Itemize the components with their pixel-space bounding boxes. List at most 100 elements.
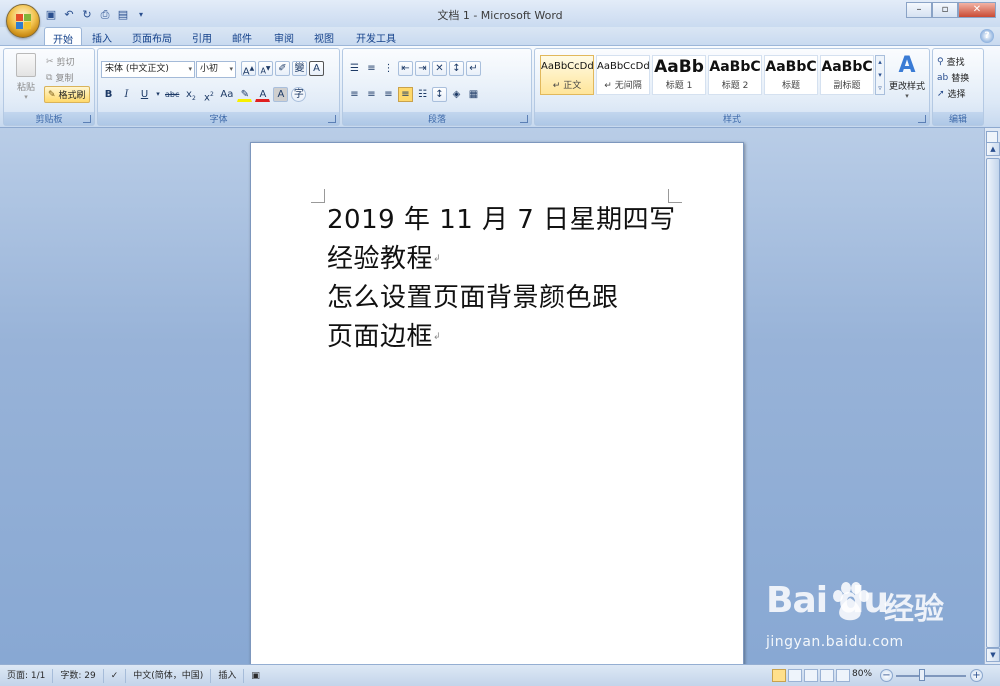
numbering-icon[interactable]: ≡ [364, 61, 379, 76]
styles-gallery-scroll[interactable]: ▴ ▾ ▿ [875, 55, 885, 95]
tab-developer[interactable]: 开发工具 [348, 27, 404, 46]
style-subtitle[interactable]: AaBbC 副标题 [820, 55, 874, 95]
style-title[interactable]: AaBbC 标题 [764, 55, 818, 95]
close-button[interactable]: ✕ [958, 2, 996, 18]
underline-icon[interactable]: U [137, 87, 152, 102]
font-dialog-launcher[interactable] [328, 115, 336, 123]
print-layout-view-icon[interactable] [772, 669, 786, 682]
clear-formatting-icon[interactable]: ✐ [275, 61, 290, 76]
chinese-layout-icon[interactable]: ✕ [432, 61, 447, 76]
line-spacing-icon[interactable]: ↕ [432, 87, 447, 102]
zoom-in-icon[interactable]: + [970, 669, 983, 682]
vertical-scrollbar[interactable]: ▲ ▼ [984, 128, 1000, 664]
bullets-icon[interactable]: ☰ [347, 61, 362, 76]
tab-page-layout[interactable]: 页面布局 [124, 27, 180, 46]
italic-icon[interactable]: I [119, 87, 134, 102]
scroll-up-icon[interactable]: ▲ [986, 142, 1000, 156]
view-ruler-icon[interactable] [986, 131, 998, 143]
decrease-indent-icon[interactable]: ⇤ [398, 61, 413, 76]
multilevel-list-icon[interactable]: ⋮ [381, 61, 396, 76]
copy-button[interactable]: ⧉ 复制 [46, 71, 73, 85]
shading-icon[interactable]: ◈ [449, 87, 464, 102]
clipboard-group-label: 剪贴板 [4, 112, 94, 125]
brush-icon: ✎ [48, 89, 56, 100]
increase-indent-icon[interactable]: ⇥ [415, 61, 430, 76]
status-word-count[interactable]: 字数: 29 [53, 668, 104, 683]
help-icon[interactable]: ? [980, 29, 994, 43]
superscript-icon[interactable]: x2 [201, 87, 216, 103]
maximize-button[interactable]: ▫ [932, 2, 958, 18]
sort-icon[interactable]: ↕ [449, 61, 464, 76]
underline-dropdown-icon[interactable]: ▾ [155, 87, 161, 102]
phonetic-guide-icon[interactable]: 變 [292, 61, 307, 76]
strikethrough-icon[interactable]: abc [164, 87, 180, 102]
change-styles-label: 更改样式 [888, 82, 925, 92]
distributed-icon[interactable]: ☷ [415, 87, 430, 102]
align-center-icon[interactable]: ≡ [364, 87, 379, 102]
bold-icon[interactable]: B [101, 87, 116, 102]
justify-icon[interactable]: ≡ [398, 87, 413, 102]
change-styles-button[interactable]: A 更改样式 ▾ [887, 53, 927, 100]
format-painter-label: 格式刷 [58, 91, 86, 101]
style-no-spacing[interactable]: AaBbCcDd ↵ 无间隔 [596, 55, 650, 95]
web-layout-view-icon[interactable] [804, 669, 818, 682]
highlight-icon[interactable]: ✎ [237, 87, 253, 102]
document-page[interactable]: 2019 年 11 月 7 日星期四写 经验教程↲ 怎么设置页面背景颜色跟 页面… [250, 142, 744, 664]
clipboard-group: 粘贴 ▾ ✂ 剪切 ⧉ 复制 ✎ 格式刷 剪贴板 [3, 48, 95, 126]
style-heading-1-preview: AaBb [654, 57, 704, 77]
status-language[interactable]: 中文(简体，中国) [126, 668, 212, 683]
status-page[interactable]: 页面: 1/1 [0, 668, 54, 683]
align-left-icon[interactable]: ≡ [347, 87, 362, 102]
zoom-out-icon[interactable]: − [880, 669, 893, 682]
enclose-characters-icon[interactable]: 字 [291, 87, 307, 102]
style-heading-1[interactable]: AaBb 标题 1 [652, 55, 706, 95]
zoom-level[interactable]: 80% [852, 669, 872, 679]
tab-view[interactable]: 视图 [306, 27, 342, 46]
style-normal[interactable]: AaBbCcDd ↵ 正文 [540, 55, 594, 95]
tab-references[interactable]: 引用 [184, 27, 220, 46]
doc-line-2: 经验教程 [327, 244, 434, 274]
zoom-slider-thumb[interactable] [919, 669, 925, 681]
paste-button[interactable]: 粘贴 ▾ [8, 53, 44, 101]
scroll-thumb[interactable] [986, 158, 1000, 648]
styles-group: AaBbCcDd ↵ 正文 AaBbCcDd ↵ 无间隔 AaBb 标题 1 A… [534, 48, 930, 126]
shrink-font-icon[interactable]: A▼ [258, 61, 273, 76]
replace-button[interactable]: ab 替换 [937, 71, 969, 85]
character-border-icon[interactable]: A [309, 61, 324, 76]
cut-button[interactable]: ✂ 剪切 [46, 55, 75, 69]
styles-dialog-launcher[interactable] [918, 115, 926, 123]
full-screen-reading-view-icon[interactable] [788, 669, 802, 682]
subscript-icon[interactable]: x2 [183, 87, 198, 102]
paragraph-dialog-launcher[interactable] [520, 115, 528, 123]
find-button[interactable]: ⚲ 查找 [937, 55, 965, 69]
show-marks-icon[interactable]: ↵ [466, 61, 481, 76]
tab-home[interactable]: 开始 [44, 27, 82, 46]
tab-insert[interactable]: 插入 [84, 27, 120, 46]
font-name-combo[interactable]: 宋体 (中文正文) ▾ [101, 61, 195, 78]
select-button[interactable]: ➚ 选择 [937, 87, 966, 101]
office-button[interactable] [6, 4, 40, 38]
macro-record-icon[interactable]: ▣ [244, 669, 267, 683]
tab-mailings[interactable]: 邮件 [224, 27, 260, 46]
change-case-icon[interactable]: Aa [219, 87, 234, 102]
clipboard-dialog-launcher[interactable] [83, 115, 91, 123]
font-size-combo[interactable]: 小初 ▾ [196, 61, 236, 78]
align-right-icon[interactable]: ≡ [381, 87, 396, 102]
scroll-down-icon[interactable]: ▼ [986, 648, 1000, 662]
zoom-slider[interactable] [896, 675, 966, 677]
minimize-button[interactable]: – [906, 2, 932, 18]
grow-font-icon[interactable]: A▲ [241, 61, 256, 77]
style-heading-2[interactable]: AaBbC 标题 2 [708, 55, 762, 95]
font-color-icon[interactable]: A [255, 87, 271, 102]
proofing-icon[interactable]: ✓ [104, 668, 127, 683]
character-shading-icon[interactable]: A [273, 87, 289, 102]
status-insert-mode[interactable]: 插入 [211, 668, 245, 683]
style-no-spacing-label: ↵ 无间隔 [604, 81, 642, 91]
draft-view-icon[interactable] [836, 669, 850, 682]
document-body[interactable]: 2019 年 11 月 7 日星期四写 经验教程↲ 怎么设置页面背景颜色跟 页面… [327, 201, 677, 357]
tab-review[interactable]: 审阅 [266, 27, 302, 46]
outline-view-icon[interactable] [820, 669, 834, 682]
format-painter-button[interactable]: ✎ 格式刷 [44, 86, 90, 103]
borders-icon[interactable]: ▦ [466, 87, 481, 102]
paragraph-row-2-tools: ≡ ≡ ≡ ≡ ☷ ↕ ◈ ▦ [347, 87, 481, 102]
